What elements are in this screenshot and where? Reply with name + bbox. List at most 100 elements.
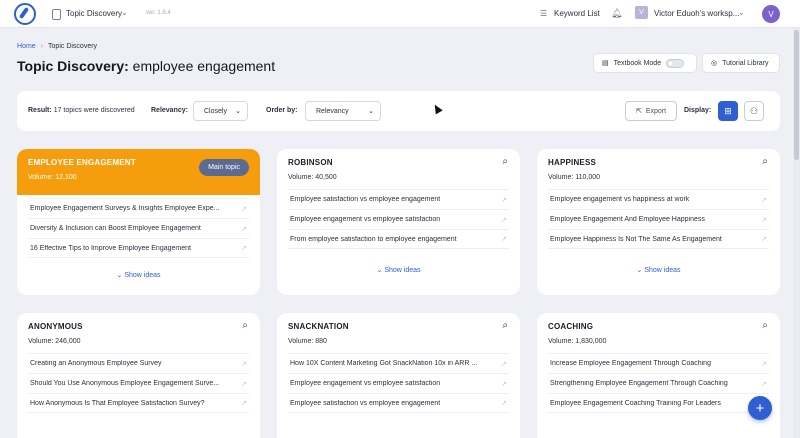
topic-card-header: ANONYMOUS Volume: 246,000 ⌕ [17, 313, 260, 353]
topic-card-anonymous: ANONYMOUS Volume: 246,000 ⌕ Creating an … [17, 313, 260, 438]
display-label: Display: [684, 107, 712, 114]
show-ideas-label: Show ideas [124, 272, 161, 279]
list-item[interactable]: Increase Employee Engagement Through Coa… [548, 353, 769, 373]
list-item[interactable]: Creating an Anonymous Employee Survey ↗ [28, 353, 249, 373]
idea-title: Diversity & Inclusion can Boost Employee… [30, 225, 201, 232]
show-ideas-button[interactable]: ⌄ Show ideas [277, 266, 520, 274]
idea-list: Employee satisfaction vs employee engage… [277, 189, 520, 249]
workspace-avatar[interactable]: V [635, 6, 648, 19]
relevancy-select[interactable]: Closely ⌄ [193, 101, 248, 121]
search-icon[interactable]: ⌕ [242, 320, 248, 331]
external-link-icon[interactable]: ↗ [241, 225, 247, 233]
export-button[interactable]: ⇱ Export [625, 101, 677, 121]
external-link-icon[interactable]: ↗ [501, 380, 507, 388]
chevron-down-icon: ⌄ [636, 267, 643, 274]
project-name[interactable]: Topic Discovery [66, 9, 122, 18]
export-label: Export [645, 107, 667, 115]
chevron-down-icon[interactable]: ⌄ [121, 8, 128, 17]
topic-title: ROBINSON [288, 158, 333, 167]
idea-title: Employee Engagement Coaching Training Fo… [550, 399, 721, 407]
external-link-icon[interactable]: ↗ [761, 235, 767, 243]
show-ideas-button[interactable]: ⌄ Show ideas [17, 271, 260, 279]
list-item[interactable]: Should You Use Anonymous Employee Engage… [28, 373, 249, 393]
result-label: Result: [28, 107, 52, 114]
search-icon[interactable]: ⌕ [502, 156, 508, 167]
breadcrumb-current: Topic Discovery [48, 43, 98, 50]
scrollbar-thumb[interactable] [794, 30, 799, 160]
list-item[interactable]: Employee satisfaction vs employee engage… [288, 189, 509, 209]
chevron-down-icon: ⌄ [376, 267, 383, 274]
toggle-switch[interactable] [666, 58, 685, 68]
list-item[interactable]: Employee engagement vs employee satisfac… [288, 373, 509, 393]
result-summary: Result: 17 topics were discovered [28, 107, 135, 114]
list-item[interactable]: How 10X Content Marketing Got SnackNatio… [288, 353, 509, 373]
chevron-down-icon[interactable]: ⌄ [738, 8, 745, 17]
tutorial-library-button[interactable]: ◎ Tutorial Library [702, 53, 780, 73]
topic-card-robinson: ROBINSON Volume: 40,500 ⌕ Employee satis… [277, 149, 520, 295]
list-item[interactable]: Employee Engagement Surveys & Insights E… [28, 198, 249, 218]
external-link-icon[interactable]: ↗ [241, 360, 247, 368]
list-item[interactable]: Employee satisfaction vs employee engage… [288, 393, 509, 413]
export-icon: ⇱ [635, 108, 642, 115]
top-bar: Topic Discovery ⌄ ver. 1.6.4 ☰ Keyword L… [0, 0, 800, 28]
app-logo-icon[interactable] [14, 3, 36, 25]
topic-volume: Volume: 110,000 [548, 174, 601, 181]
topic-volume: Volume: 1,830,000 [548, 338, 607, 345]
add-button[interactable]: + [748, 396, 772, 420]
list-item[interactable]: Employee Happiness Is Not The Same As En… [548, 229, 769, 249]
external-link-icon[interactable]: ↗ [241, 399, 247, 407]
list-item[interactable]: From employee satisfaction to employee e… [288, 229, 509, 249]
list-icon[interactable]: ☰ [540, 9, 547, 18]
list-item[interactable]: Employee engagement vs happiness at work… [548, 189, 769, 209]
external-link-icon[interactable]: ↗ [501, 196, 507, 204]
external-link-icon[interactable]: ↗ [761, 216, 767, 224]
keyword-list-link[interactable]: Keyword List [554, 9, 600, 18]
external-link-icon[interactable]: ↗ [761, 360, 767, 368]
topic-card-header: EMPLOYEE ENGAGEMENT Volume: 12,100 Main … [17, 149, 260, 195]
search-icon[interactable]: ⌕ [762, 156, 768, 167]
order-by-select[interactable]: Relevancy ⌄ [305, 101, 381, 121]
search-icon[interactable]: ⌕ [762, 320, 768, 331]
external-link-icon[interactable]: ↗ [501, 360, 507, 368]
textbook-mode-toggle[interactable]: ▤ Textbook Mode OFF [593, 53, 697, 73]
external-link-icon[interactable]: ↗ [501, 399, 507, 407]
results-toolbar: Result: 17 topics were discovered Releva… [17, 91, 780, 131]
list-item[interactable]: Employee Engagement Coaching Training Fo… [548, 393, 769, 413]
bell-icon[interactable]: 🔔︎ [611, 8, 622, 19]
show-ideas-button[interactable]: ⌄ Show ideas [537, 266, 780, 274]
external-link-icon[interactable]: ↗ [761, 380, 767, 388]
order-by-value: Relevancy [316, 107, 349, 115]
external-link-icon[interactable]: ↗ [501, 235, 507, 243]
idea-list: Employee engagement vs happiness at work… [537, 189, 780, 249]
user-avatar[interactable]: V [762, 5, 780, 23]
breadcrumb-home[interactable]: Home [17, 43, 36, 50]
list-item[interactable]: Employee engagement vs employee satisfac… [288, 209, 509, 229]
chevron-down-icon: ⌄ [235, 108, 241, 115]
topic-card-header: ROBINSON Volume: 40,500 ⌕ [277, 149, 520, 189]
list-item[interactable]: How Anonymous Is That Employee Satisfact… [28, 393, 249, 413]
topic-volume: Volume: 246,000 [28, 338, 81, 345]
relevancy-label: Relevancy: [151, 107, 188, 114]
grid-view-icon[interactable]: ⊞ [718, 101, 738, 121]
external-link-icon[interactable]: ↗ [501, 216, 507, 224]
external-link-icon[interactable]: ↗ [241, 205, 247, 213]
topic-volume: Volume: 40,500 [288, 174, 337, 181]
show-ideas-label: Show ideas [384, 267, 421, 274]
tree-view-icon[interactable]: ⚇ [744, 101, 764, 121]
idea-title: Employee Engagement And Employee Happine… [550, 216, 705, 223]
external-link-icon[interactable]: ↗ [761, 196, 767, 204]
list-item[interactable]: Diversity & Inclusion can Boost Employee… [28, 218, 249, 238]
idea-title: How 10X Content Marketing Got SnackNatio… [290, 360, 478, 367]
list-item[interactable]: 16 Effective Tips to Improve Employee En… [28, 238, 249, 258]
workspace-name[interactable]: Victor Eduoh's worksp... [654, 9, 739, 18]
search-icon[interactable]: ⌕ [502, 320, 508, 331]
idea-title: Employee Happiness Is Not The Same As En… [550, 235, 722, 243]
idea-list: Employee Engagement Surveys & Insights E… [17, 198, 260, 258]
idea-title: Increase Employee Engagement Through Coa… [550, 360, 711, 367]
order-by-label: Order by: [266, 107, 298, 114]
textbook-mode-label: Textbook Mode [613, 59, 662, 67]
external-link-icon[interactable]: ↗ [241, 244, 247, 252]
external-link-icon[interactable]: ↗ [241, 380, 247, 388]
list-item[interactable]: Employee Engagement And Employee Happine… [548, 209, 769, 229]
list-item[interactable]: Strengthening Employee Engagement Throug… [548, 373, 769, 393]
